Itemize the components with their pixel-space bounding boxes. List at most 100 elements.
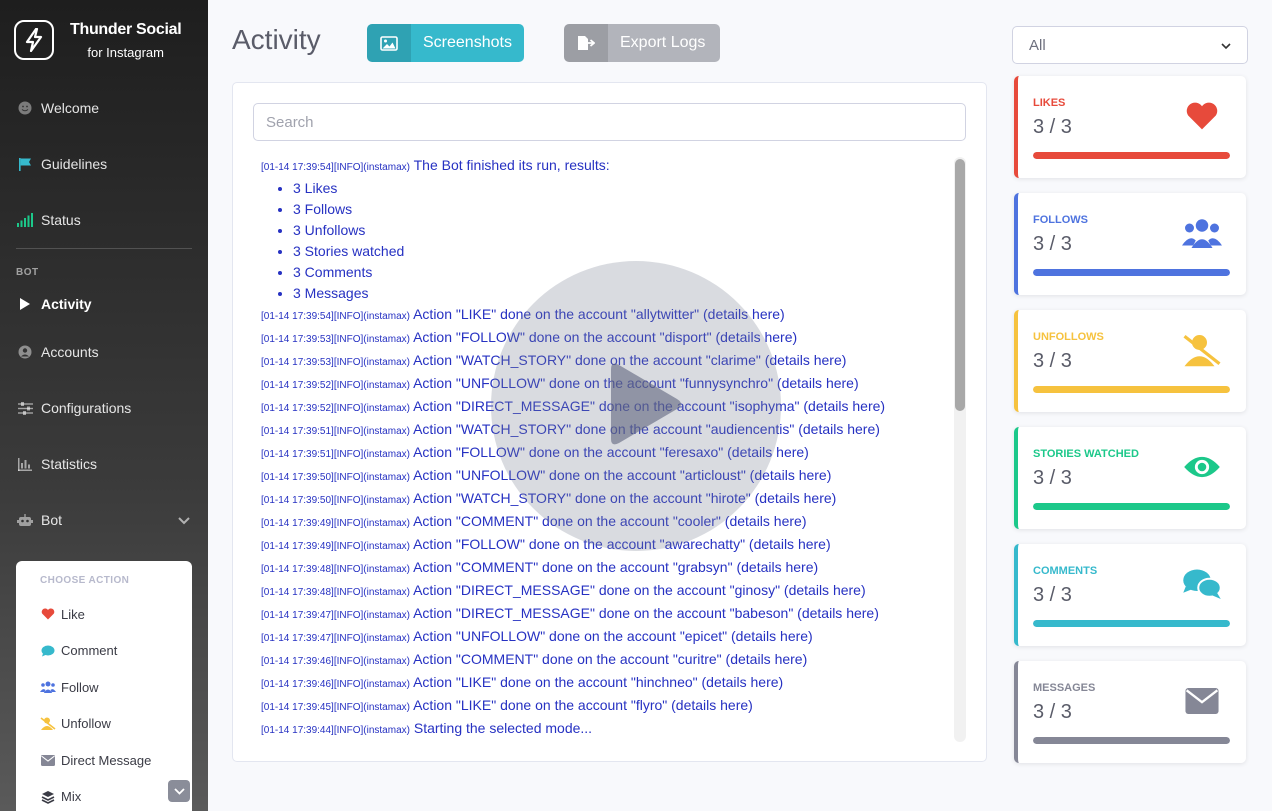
- result-item: 3 Unfollows: [293, 220, 951, 241]
- log-message: Action "DIRECT_MESSAGE" done on the acco…: [413, 605, 879, 621]
- sidebar-item-label: Configurations: [41, 400, 132, 416]
- submenu-collapse-button[interactable]: [168, 780, 190, 802]
- play-icon: [581, 349, 691, 464]
- filter-select[interactable]: All: [1012, 26, 1248, 64]
- sidebar-item-guidelines[interactable]: Guidelines: [0, 136, 208, 192]
- log-timestamp: [01-14 17:39:50][INFO](instamax): [261, 472, 410, 483]
- user-circle-icon: [17, 344, 33, 360]
- stat-progress-fill: [1033, 386, 1230, 393]
- submenu-item-label: Comment: [61, 643, 118, 659]
- eye-icon: [1182, 447, 1222, 487]
- smile-icon: [17, 100, 33, 116]
- stat-card-follows: FOLLOWS 3 / 3: [1014, 193, 1246, 295]
- comments-icon: [1182, 564, 1222, 604]
- submenu-item-follow[interactable]: Follow: [16, 669, 192, 706]
- log-entry[interactable]: [01-14 17:39:47][INFO](instamax) Action …: [261, 603, 951, 626]
- video-play-overlay[interactable]: [491, 261, 781, 551]
- sidebar-item-label: Status: [41, 212, 81, 228]
- chart-icon: [17, 456, 33, 472]
- bot-submenu: CHOOSE ACTION Like Comment Follow Unfoll…: [16, 561, 192, 811]
- heart-icon: [1182, 96, 1222, 136]
- stat-progress-bar: [1033, 503, 1230, 510]
- sliders-icon: [17, 400, 33, 416]
- screenshots-button[interactable]: Screenshots: [367, 24, 524, 62]
- brand-subtitle: for Instagram: [87, 44, 164, 60]
- search-input[interactable]: [253, 103, 966, 141]
- sidebar-item-status[interactable]: Status: [0, 192, 208, 248]
- log-scrollbar[interactable]: [954, 157, 966, 742]
- brand-title: Thunder Social: [70, 20, 182, 38]
- sidebar-item-statistics[interactable]: Statistics: [0, 436, 208, 492]
- submenu-item-label: Mix: [61, 789, 82, 805]
- sidebar-item-activity[interactable]: Activity: [0, 284, 208, 324]
- export-logs-button[interactable]: Export Logs: [564, 24, 720, 62]
- log-timestamp: [01-14 17:39:47][INFO](instamax): [261, 610, 410, 621]
- log-timestamp: [01-14 17:39:53][INFO](instamax): [261, 357, 410, 368]
- stat-progress-fill: [1033, 737, 1230, 744]
- page-title: Activity: [232, 24, 321, 55]
- sidebar-item-configurations[interactable]: Configurations: [0, 380, 208, 436]
- brand[interactable]: Thunder Social for Instagram: [0, 0, 208, 80]
- sidebar-item-accounts[interactable]: Accounts: [0, 324, 208, 380]
- sidebar: Thunder Social for Instagram Welcome Gui…: [0, 0, 208, 811]
- robot-icon: [17, 512, 33, 528]
- submenu-item-direct-message[interactable]: Direct Message: [16, 742, 192, 779]
- stat-value: 3 / 3: [1033, 467, 1072, 489]
- stat-label: FOLLOWS: [1033, 214, 1088, 226]
- stat-card-unfollows: UNFOLLOWS 3 / 3: [1014, 310, 1246, 412]
- log-timestamp: [01-14 17:39:50][INFO](instamax): [261, 495, 410, 506]
- log-timestamp: [01-14 17:39:48][INFO](instamax): [261, 564, 410, 575]
- log-timestamp: [01-14 17:39:51][INFO](instamax): [261, 449, 410, 460]
- log-entry[interactable]: [01-14 17:39:44][INFO](instamax) Startin…: [261, 718, 951, 741]
- log-entry[interactable]: [01-14 17:39:45][INFO](instamax) Action …: [261, 695, 951, 718]
- chevron-down-icon: [173, 782, 185, 800]
- submenu-item-mix[interactable]: Mix: [16, 779, 192, 811]
- log-entry[interactable]: [01-14 17:39:46][INFO](instamax) Action …: [261, 672, 951, 695]
- stat-value: 3 / 3: [1033, 116, 1072, 138]
- submenu-item-comment[interactable]: Comment: [16, 633, 192, 670]
- image-icon: [367, 24, 411, 62]
- log-timestamp: [01-14 17:39:54][INFO](instamax): [261, 162, 410, 173]
- heart-icon: [40, 606, 56, 622]
- envelope-icon: [1182, 681, 1222, 721]
- chevron-down-icon: [178, 512, 190, 528]
- sidebar-item-bot[interactable]: Bot: [0, 492, 208, 548]
- log-entry: [01-14 17:39:54][INFO](instamax) The Bot…: [261, 155, 951, 178]
- log-entry[interactable]: [01-14 17:39:46][INFO](instamax) Action …: [261, 649, 951, 672]
- chevron-down-icon: [1221, 37, 1231, 54]
- log-timestamp: [01-14 17:39:53][INFO](instamax): [261, 334, 410, 345]
- sidebar-item-label: Welcome: [41, 100, 100, 116]
- stat-progress-bar: [1033, 269, 1230, 276]
- stat-card-likes: LIKES 3 / 3: [1014, 76, 1246, 178]
- log-message: Action "DIRECT_MESSAGE" done on the acco…: [413, 582, 866, 598]
- stat-value: 3 / 3: [1033, 584, 1072, 606]
- stat-progress-bar: [1033, 152, 1230, 159]
- log-timestamp: [01-14 17:39:44][INFO](instamax): [261, 725, 410, 736]
- stat-value: 3 / 3: [1033, 701, 1072, 723]
- result-item: 3 Stories watched: [293, 241, 951, 262]
- stat-progress-bar: [1033, 737, 1230, 744]
- submenu-item-label: Direct Message: [61, 752, 152, 768]
- submenu-item-like[interactable]: Like: [16, 596, 192, 633]
- thunder-logo-icon: [14, 20, 54, 60]
- submenu-item-unfollow[interactable]: Unfollow: [16, 706, 192, 743]
- log-entry[interactable]: [01-14 17:39:47][INFO](instamax) Action …: [261, 626, 951, 649]
- stat-value: 3 / 3: [1033, 350, 1072, 372]
- log-message: Starting the selected mode...: [413, 720, 593, 736]
- log-entry[interactable]: [01-14 17:39:48][INFO](instamax) Action …: [261, 557, 951, 580]
- users-icon: [40, 679, 56, 695]
- stat-progress-fill: [1033, 620, 1230, 627]
- log-timestamp: [01-14 17:39:46][INFO](instamax): [261, 679, 410, 690]
- scrollbar-thumb[interactable]: [955, 159, 965, 411]
- result-item: 3 Likes: [293, 178, 951, 199]
- flag-icon: [17, 156, 33, 172]
- log-entry[interactable]: [01-14 17:39:48][INFO](instamax) Action …: [261, 580, 951, 603]
- log-timestamp: [01-14 17:39:47][INFO](instamax): [261, 633, 410, 644]
- sidebar-item-welcome[interactable]: Welcome: [0, 80, 208, 136]
- sidebar-heading: BOT: [16, 267, 39, 278]
- log-entry[interactable]: [01-14 17:39:43][INFO](instamax) Logged …: [261, 741, 951, 745]
- sidebar-item-label: Guidelines: [41, 156, 108, 172]
- log-message: Action "UNFOLLOW" done on the account "e…: [413, 628, 813, 644]
- log-timestamp: [01-14 17:39:48][INFO](instamax): [261, 587, 410, 598]
- submenu-heading: CHOOSE ACTION: [40, 575, 130, 586]
